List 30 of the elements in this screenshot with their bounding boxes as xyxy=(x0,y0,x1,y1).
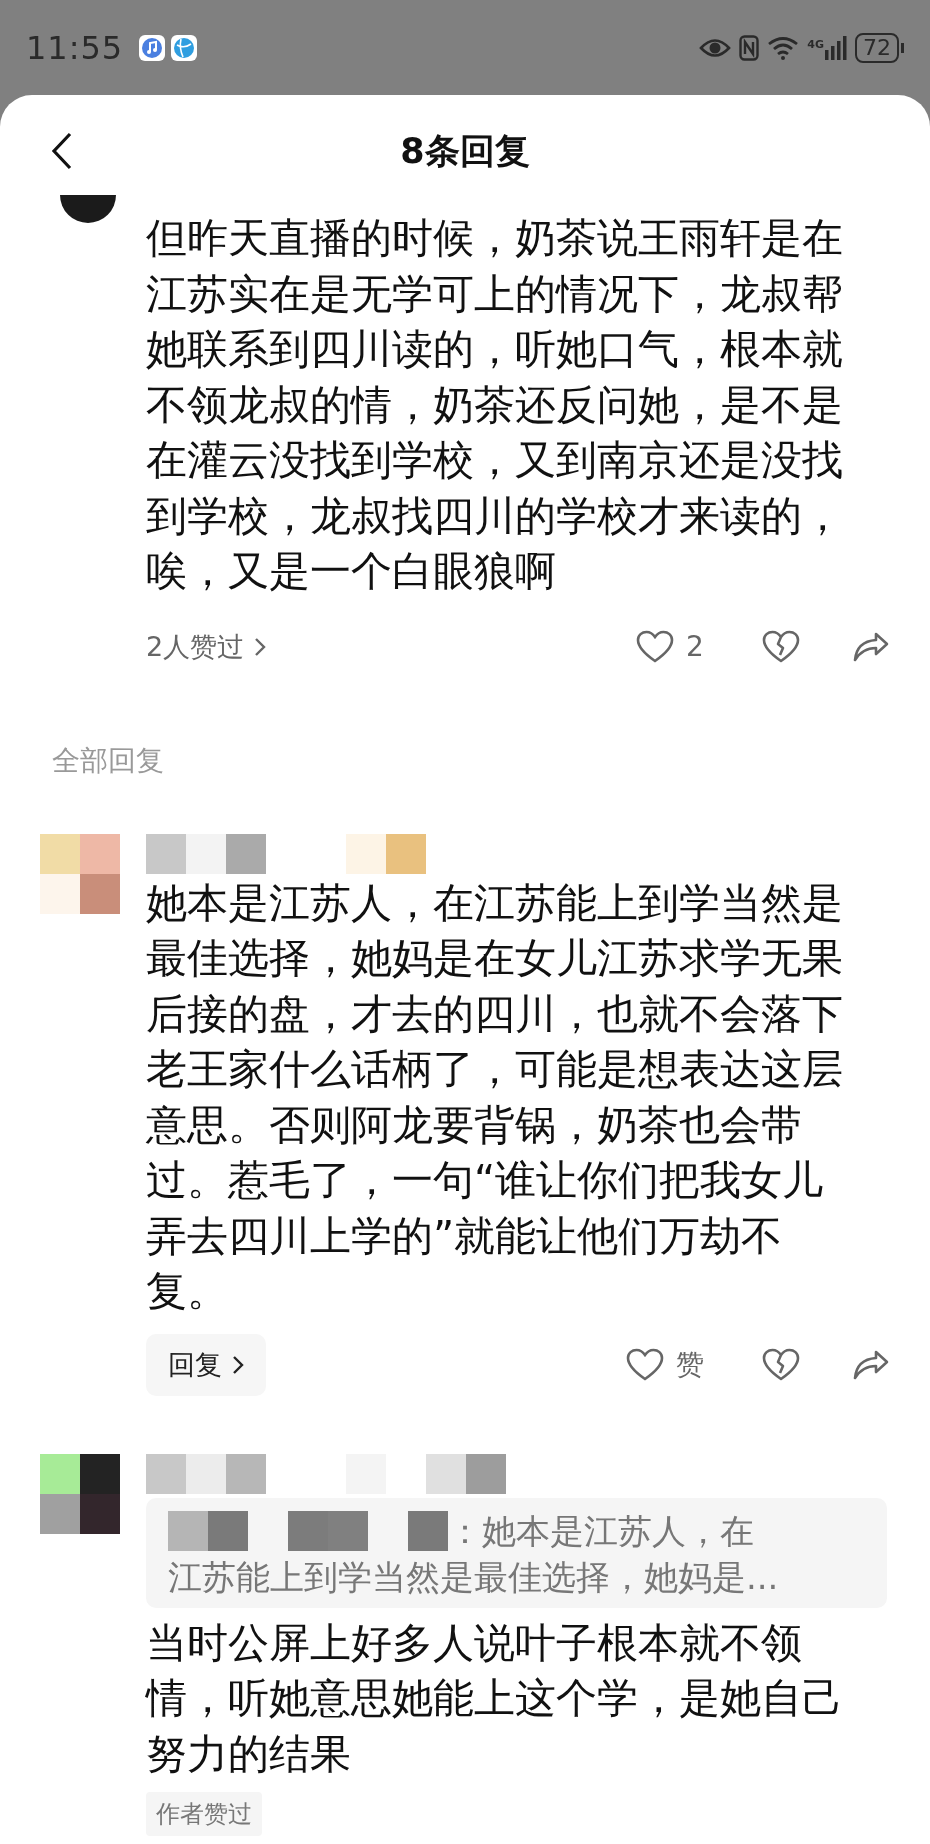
globe-app-icon xyxy=(171,34,198,61)
heart-icon[interactable] xyxy=(636,629,674,664)
heart-icon[interactable] xyxy=(626,1347,664,1382)
section-label: 全部回复 xyxy=(51,742,165,779)
comment-text: 她本是江苏人，在江苏能上到学当然是最佳选择，她妈是在女儿江苏求学无果后接的盘，才去的四川，也就不会落下老王家什么话柄了，可能是想表达这层意思。否则阿龙要背锅，奶茶也会带过。惹毛了，一句“谁让你们把我女儿弄去四川上学的”就能让他们万劫不复。 xyxy=(146,877,844,1317)
reply-button[interactable]: 回复 xyxy=(146,1333,266,1396)
comment-text: 但昨天直播的时候，奶茶说王雨轩是在江苏实在是无学可上的情况下，龙叔帮她联系到四川读的，听她口气，根本就不领龙叔的情，奶茶还反问她，是不是在灌云没找到学校，又到南京还是没找到学校，龙叔找四川的学校才来读的，唉，又是一个白眼狼啊 xyxy=(146,213,844,597)
share-icon[interactable] xyxy=(852,630,890,663)
network-type: 4G xyxy=(807,37,824,51)
broken-heart-icon[interactable] xyxy=(762,1347,800,1382)
like-label: 赞 xyxy=(676,1346,704,1383)
broken-heart-icon[interactable] xyxy=(762,629,800,664)
page-title: 8条回复 xyxy=(400,129,530,173)
author-liked-tag: 作者赞过 xyxy=(146,1792,262,1836)
like-count: 2 xyxy=(686,630,704,663)
back-icon[interactable] xyxy=(50,131,74,171)
quoted-reply[interactable]: ：她本是江苏人，在 江苏能上到学当然是最佳选择，她妈是... xyxy=(146,1497,887,1608)
wifi-icon xyxy=(767,35,800,60)
comment-text: 当时公屏上好多人说叶子根本就不领情，听她意思她能上这个学，是她自己努力的结果 xyxy=(146,1617,844,1780)
likers-link[interactable]: 2人赞过 xyxy=(146,628,267,665)
eye-icon xyxy=(699,36,732,59)
chevron-right-icon xyxy=(232,1354,244,1375)
share-icon[interactable] xyxy=(852,1348,890,1381)
clock-time: 11:55 xyxy=(26,28,124,67)
battery-level: 72 xyxy=(855,32,899,63)
signal-icon xyxy=(825,35,847,60)
chevron-right-icon xyxy=(254,636,267,657)
music-app-icon xyxy=(139,34,166,61)
avatar xyxy=(60,195,116,223)
nfc-icon xyxy=(739,34,760,61)
